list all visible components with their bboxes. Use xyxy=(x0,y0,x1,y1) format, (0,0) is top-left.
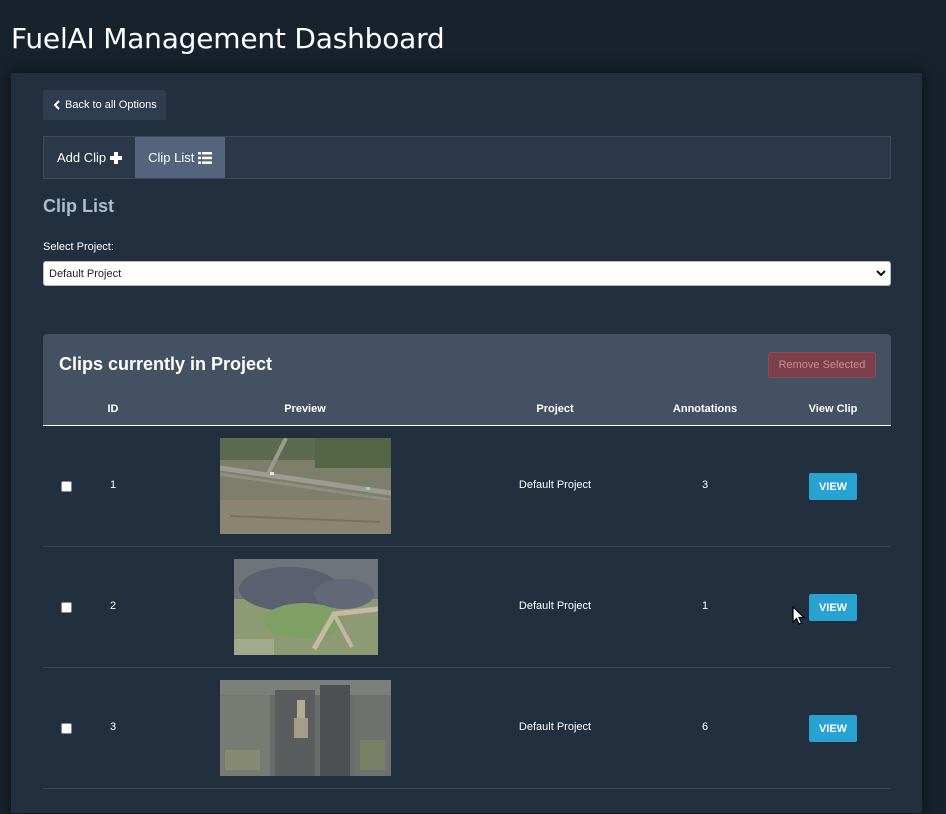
back-button-label: Back to all Options xyxy=(65,99,157,111)
plus-icon xyxy=(110,151,123,164)
row-annotations: 1 xyxy=(701,600,709,612)
row-id: 1 xyxy=(109,479,117,491)
row-checkbox[interactable] xyxy=(61,723,72,734)
row-project: Default Project xyxy=(518,600,592,612)
main-panel: Back to all Options Add Clip Clip List C… xyxy=(11,73,922,813)
back-button[interactable]: Back to all Options xyxy=(43,90,166,120)
clip-preview-thumbnail[interactable] xyxy=(234,559,378,655)
row-annotations: 6 xyxy=(701,721,709,733)
row-id: 3 xyxy=(109,721,117,733)
row-annotations: 3 xyxy=(701,479,709,491)
tab-clip-list-label: Clip List xyxy=(148,150,195,165)
section-title: Clip List xyxy=(43,196,114,216)
table-row: 1 Default Project 3 VIEW xyxy=(43,426,891,547)
table-row: 2 Default Project 1 VIEW xyxy=(43,547,891,668)
clip-preview-thumbnail[interactable] xyxy=(220,680,391,776)
column-header-annotations: Annotations xyxy=(672,403,738,415)
column-header-project: Project xyxy=(536,403,574,415)
tab-add-clip[interactable]: Add Clip xyxy=(44,137,135,178)
chevron-down-icon xyxy=(876,270,886,277)
row-checkbox[interactable] xyxy=(61,602,72,613)
column-header-id: ID xyxy=(107,403,119,415)
row-checkbox[interactable] xyxy=(61,481,72,492)
project-select-label: Select Project: xyxy=(43,241,114,253)
tab-clip-list[interactable]: Clip List xyxy=(135,137,226,178)
app-title: FuelAI Management Dashboard xyxy=(11,22,445,55)
row-project: Default Project xyxy=(518,479,592,491)
view-clip-button[interactable]: VIEW xyxy=(809,715,857,742)
tab-add-clip-label: Add Clip xyxy=(57,150,107,165)
chevron-left-icon xyxy=(53,100,60,110)
remove-selected-button[interactable]: Remove Selected xyxy=(768,352,876,378)
clips-card: Clips currently in Project Remove Select… xyxy=(43,334,891,814)
list-icon xyxy=(198,151,213,164)
clips-title: Clips currently in Project xyxy=(59,354,273,374)
column-header-view-clip: View Clip xyxy=(808,403,858,415)
view-clip-button[interactable]: VIEW xyxy=(809,473,857,500)
clips-header: Clips currently in Project Remove Select… xyxy=(43,334,891,426)
row-id: 2 xyxy=(109,600,117,612)
view-clip-button[interactable]: VIEW xyxy=(809,594,857,621)
table-row: 3 Default Project 6 VIEW xyxy=(43,668,891,789)
row-project: Default Project xyxy=(518,721,592,733)
tab-bar: Add Clip Clip List xyxy=(43,136,891,179)
clip-preview-thumbnail[interactable] xyxy=(220,438,391,534)
project-select-value: Default Project xyxy=(49,267,122,280)
project-select[interactable]: Default Project xyxy=(43,261,891,286)
mouse-cursor-icon xyxy=(792,606,806,625)
column-header-preview: Preview xyxy=(284,403,326,415)
